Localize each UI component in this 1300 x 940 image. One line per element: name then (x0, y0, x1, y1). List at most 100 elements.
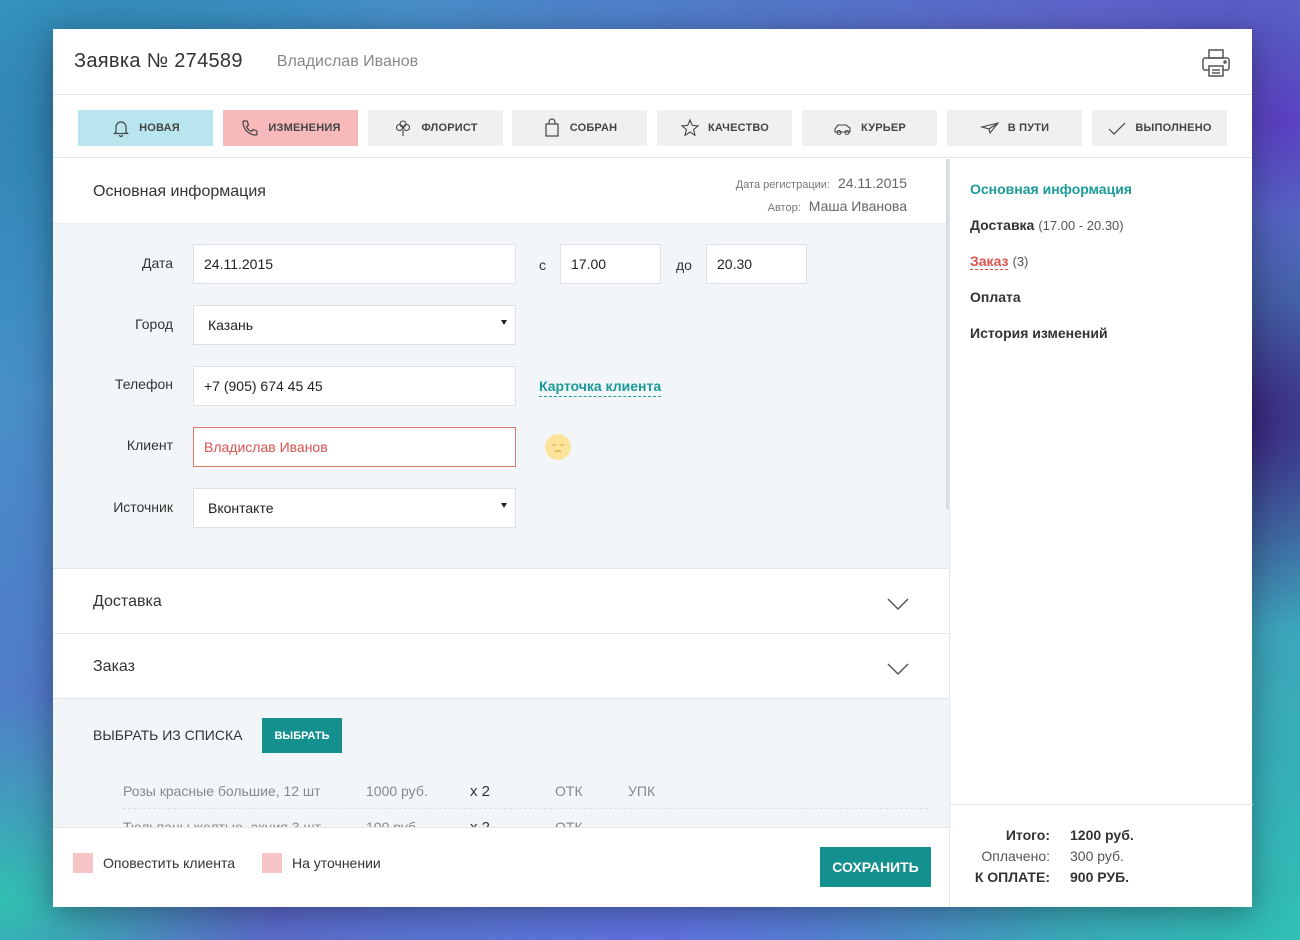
city-value: Казань (208, 317, 254, 333)
time-to-input[interactable]: 20.30 (706, 244, 807, 284)
clarify-label: На уточнении (292, 855, 381, 871)
to-label: до (676, 257, 692, 273)
clarify-checkbox[interactable] (262, 853, 282, 873)
city-label: Город (135, 316, 173, 332)
paper-plane-icon (979, 122, 1000, 135)
from-label: с (539, 257, 546, 273)
client-input[interactable]: Владислав Иванов (193, 427, 516, 467)
bell-icon (113, 121, 130, 138)
form-footer: Оповестить клиента На уточнении СОХРАНИТ… (53, 827, 949, 907)
save-button[interactable]: СОХРАНИТЬ (820, 847, 931, 887)
nav-payment[interactable]: Оплата (970, 289, 1021, 305)
status-florist-button[interactable]: ФЛОРИСТ (368, 110, 503, 146)
item-col-2: УПК (628, 783, 656, 799)
section-title: Основная информация (93, 183, 266, 200)
item-col-2: - (638, 819, 643, 827)
status-label: КУРЬЕР (861, 122, 906, 134)
star-icon (680, 118, 700, 137)
due-label: К ОПЛАТЕ: (974, 869, 1050, 885)
order-title: Заявка № 274589 (74, 50, 243, 72)
totals-block: Итого: 1200 руб. Оплачено: 300 руб. К ОП… (950, 804, 1253, 907)
item-quantity: х 2 (470, 783, 491, 800)
notify-client-checkbox[interactable] (73, 853, 93, 873)
status-courier-button[interactable]: КУРЬЕР (802, 110, 937, 146)
status-bar: НОВАЯ ИЗМЕНЕНИЯ ФЛОРИСТ СОБРАН КАЧЕСТВО … (53, 95, 1252, 158)
reg-date-label: Дата регистрации: (735, 179, 830, 191)
status-label: В ПУТИ (1007, 122, 1050, 134)
nav-note: (17.00 - 20.30) (1038, 218, 1124, 233)
side-panel: Основная информация Доставка (17.00 - 20.… (949, 159, 1253, 907)
status-new-button[interactable]: НОВАЯ (78, 110, 213, 146)
chevron-down-icon (887, 598, 909, 611)
item-name: Розы красные большие, 12 шт (123, 783, 321, 799)
registration-meta: Дата регистрации: 24.11.2015 Автор: Маша И… (736, 173, 907, 219)
due-value: 900 РУБ. (1070, 869, 1130, 885)
paid-label: Оплачено: (981, 848, 1050, 864)
paid-value: 300 руб. (1070, 848, 1124, 864)
neutral-face-icon (545, 434, 571, 460)
phone-label: Телефон (114, 376, 173, 392)
order-item-row: Розы красные большие, 12 шт 1000 руб. х … (123, 773, 928, 809)
basic-info-form: Дата 24.11.2015 с 17.00 до 20.30 Город К… (53, 223, 949, 568)
date-label: Дата (141, 255, 173, 271)
status-done-button[interactable]: ВЫПОЛНЕНО (1092, 110, 1227, 146)
item-name: Тюльпаны желтые, акция 3 шт (123, 819, 322, 827)
pick-button[interactable]: ВЫБРАТЬ (262, 718, 342, 753)
status-label: ВЫПОЛНЕНО (1135, 122, 1212, 134)
nav-label: Заказ (970, 253, 1009, 270)
status-on-the-way-button[interactable]: В ПУТИ (947, 110, 1082, 146)
nav-label: Доставка (970, 217, 1035, 233)
nav-note: (3) (1012, 254, 1029, 269)
city-select[interactable]: Казань (193, 305, 516, 345)
item-price: 100 руб. (366, 819, 420, 827)
author-value: Маша Иванова (808, 198, 907, 214)
delivery-section-toggle[interactable]: Доставка (53, 568, 949, 633)
item-price: 1000 руб. (366, 783, 428, 799)
nav-history[interactable]: История изменений (970, 325, 1108, 341)
total-label: Итого: (1005, 827, 1050, 843)
section-title: Доставка (93, 593, 162, 610)
status-quality-button[interactable]: КАЧЕСТВО (657, 110, 792, 146)
total-value: 1200 руб. (1070, 827, 1134, 843)
flower-icon (396, 120, 411, 136)
date-input[interactable]: 24.11.2015 (193, 244, 516, 284)
main-content: Основная информация Дата регистрации: 24.… (53, 159, 949, 827)
nav-basic-info[interactable]: Основная информация (970, 181, 1132, 197)
window-header: Заявка № 274589 Владислав Иванов (53, 29, 1252, 95)
pick-from-list-label: ВЫБРАТЬ ИЗ СПИСКА (93, 727, 243, 743)
notify-client-label: Оповестить клиента (103, 855, 235, 871)
check-icon (1108, 122, 1126, 135)
section-title: Заказ (93, 658, 135, 675)
item-quantity: х 2 (470, 819, 490, 827)
client-card-link[interactable]: Карточка клиента (539, 378, 662, 397)
item-col-1: ОТК (555, 783, 583, 799)
reg-date-value: 24.11.2015 (837, 175, 907, 191)
time-from-input[interactable]: 17.00 (560, 244, 661, 284)
source-select[interactable]: Вконтакте (193, 488, 516, 528)
nav-delivery[interactable]: Доставка (17.00 - 20.30) (970, 217, 1124, 233)
caret-down-icon (501, 503, 507, 508)
status-assembled-button[interactable]: СОБРАН (512, 110, 647, 146)
car-icon (834, 124, 851, 136)
status-changes-button[interactable]: ИЗМЕНЕНИЯ (223, 110, 358, 146)
order-section: ВЫБРАТЬ ИЗ СПИСКА ВЫБРАТЬ Розы красные б… (53, 698, 949, 827)
header-client-name: Владислав Иванов (276, 52, 419, 70)
bag-icon (545, 118, 559, 137)
client-label: Клиент (126, 437, 173, 453)
status-label: СОБРАН (569, 122, 618, 134)
order-item-row: Тюльпаны желтые, акция 3 шт 100 руб. х 2… (123, 809, 928, 827)
nav-order[interactable]: Заказ (3) (970, 253, 1029, 270)
printer-icon[interactable] (1200, 47, 1232, 79)
order-window: Заявка № 274589 Владислав Иванов НОВАЯ И… (53, 29, 1253, 907)
phone-input[interactable]: +7 (905) 674 45 45 (193, 366, 516, 406)
author-label: Автор: (767, 202, 801, 214)
phone-icon (242, 120, 259, 136)
status-label: ИЗМЕНЕНИЯ (268, 122, 341, 134)
caret-down-icon (501, 320, 507, 325)
item-col-1: ОТК (555, 819, 583, 827)
basic-info-header: Основная информация Дата регистрации: 24.… (53, 159, 949, 223)
order-section-toggle[interactable]: Заказ (53, 633, 949, 698)
chevron-down-icon (887, 663, 909, 676)
source-label: Источник (113, 499, 173, 515)
status-label: ФЛОРИСТ (421, 122, 478, 134)
